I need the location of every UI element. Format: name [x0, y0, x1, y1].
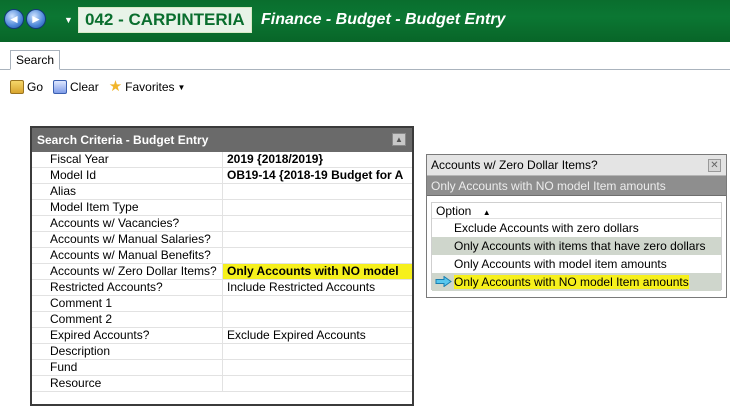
dropdown-option-list: Option ▲ Exclude Accounts with zero doll…: [431, 202, 722, 291]
clear-label: Clear: [70, 80, 99, 94]
search-criteria-header: Search Criteria - Budget Entry ▲: [32, 128, 412, 152]
chevron-down-icon[interactable]: ▼: [178, 83, 186, 92]
criteria-value-text: OB19-14 {2018-19 Budget for A: [227, 168, 404, 182]
criteria-row[interactable]: Model Item Type: [32, 200, 412, 216]
dropdown-current-value[interactable]: Only Accounts with NO model Item amounts: [427, 176, 726, 196]
tab-search[interactable]: Search: [10, 50, 61, 70]
criteria-value[interactable]: [223, 216, 412, 231]
site-label: 042 - CARPINTERIA: [78, 7, 252, 33]
criteria-label: Model Item Type: [32, 200, 223, 215]
criteria-row[interactable]: Comment 1: [32, 296, 412, 312]
criteria-value[interactable]: [223, 248, 412, 263]
title-bar: ◄ ► ▼ 042 - CARPINTERIA Finance - Budget…: [0, 0, 730, 42]
criteria-value[interactable]: [223, 200, 412, 215]
criteria-row[interactable]: Model Id OB19-14 {2018-19 Budget for A: [32, 168, 412, 184]
criteria-value[interactable]: [223, 360, 412, 375]
page-title: Finance - Budget - Budget Entry: [261, 11, 506, 28]
criteria-grid: Fiscal Year 2019 {2018/2019} Model Id OB19-…: [32, 152, 412, 392]
criteria-label: Expired Accounts?: [32, 328, 223, 343]
criteria-value[interactable]: Exclude Expired Accounts: [223, 328, 412, 343]
back-button[interactable]: ◄: [4, 9, 24, 29]
folder-go-icon: [10, 80, 24, 94]
criteria-row[interactable]: Description: [32, 344, 412, 360]
dropdown-header: Accounts w/ Zero Dollar Items? ✕: [427, 155, 726, 176]
criteria-label: Fund: [32, 360, 223, 375]
criteria-value-text: Include Restricted Accounts: [227, 280, 376, 294]
criteria-value-text: Only Accounts with NO model: [227, 264, 399, 278]
criteria-label: Description: [32, 344, 223, 359]
criteria-value-text: Exclude Expired Accounts: [227, 328, 366, 342]
criteria-row[interactable]: Accounts w/ Vacancies?: [32, 216, 412, 232]
criteria-value[interactable]: [223, 296, 412, 311]
dropdown-option[interactable]: Exclude Accounts with zero dollars: [432, 219, 721, 237]
criteria-label: Accounts w/ Manual Benefits?: [32, 248, 223, 263]
clear-icon: [53, 80, 68, 94]
star-icon: ★: [108, 78, 123, 95]
go-label: Go: [27, 80, 44, 94]
criteria-row[interactable]: Expired Accounts? Exclude Expired Account…: [32, 328, 412, 344]
criteria-value[interactable]: Only Accounts with NO model: [223, 264, 412, 279]
criteria-row[interactable]: Fund: [32, 360, 412, 376]
criteria-row[interactable]: Accounts w/ Manual Benefits?: [32, 248, 412, 264]
criteria-label: Alias: [32, 184, 223, 199]
criteria-row[interactable]: Comment 2: [32, 312, 412, 328]
criteria-row[interactable]: Fiscal Year 2019 {2018/2019}: [32, 152, 412, 168]
criteria-value[interactable]: Include Restricted Accounts: [223, 280, 412, 295]
criteria-row[interactable]: Restricted Accounts? Include Restricted A…: [32, 280, 412, 296]
arrow-right-icon: [435, 276, 452, 287]
favorites-button[interactable]: ★ Favorites ▼: [108, 78, 186, 95]
search-criteria-panel: Search Criteria - Budget Entry ▲ Fiscal …: [30, 126, 414, 406]
nav-dropdown-icon[interactable]: ▼: [64, 15, 73, 25]
go-button[interactable]: Go: [10, 80, 43, 94]
criteria-label: Accounts w/ Zero Dollar Items?: [32, 264, 223, 279]
criteria-value[interactable]: 2019 {2018/2019}: [223, 152, 412, 167]
criteria-value[interactable]: [223, 312, 412, 327]
option-column-header[interactable]: Option ▲: [432, 203, 721, 219]
search-criteria-title: Search Criteria - Budget Entry: [37, 133, 209, 147]
criteria-label: Resource: [32, 376, 223, 391]
criteria-value-text: 2019 {2018/2019}: [227, 152, 324, 166]
dropdown-option[interactable]: Only Accounts with items that have zero …: [432, 237, 721, 255]
zero-dollar-dropdown-popup: Accounts w/ Zero Dollar Items? ✕ Only Ac…: [426, 154, 727, 298]
tab-strip: Search: [0, 42, 730, 70]
option-column-label: Option: [436, 204, 472, 218]
criteria-label: Restricted Accounts?: [32, 280, 223, 295]
clear-button[interactable]: Clear: [53, 80, 99, 94]
criteria-label: Accounts w/ Vacancies?: [32, 216, 223, 231]
criteria-label: Model Id: [32, 168, 223, 183]
criteria-value[interactable]: [223, 344, 412, 359]
criteria-row[interactable]: Accounts w/ Manual Salaries?: [32, 232, 412, 248]
criteria-label: Comment 1: [32, 296, 223, 311]
sort-ascending-icon: ▲: [482, 208, 491, 217]
criteria-label: Comment 2: [32, 312, 223, 327]
criteria-value[interactable]: [223, 232, 412, 247]
criteria-label: Accounts w/ Manual Salaries?: [32, 232, 223, 247]
criteria-label: Fiscal Year: [32, 152, 223, 167]
close-icon[interactable]: ✕: [708, 159, 721, 172]
forward-button[interactable]: ►: [26, 9, 46, 29]
criteria-value[interactable]: OB19-14 {2018-19 Budget for A: [223, 168, 412, 183]
criteria-row[interactable]: Alias: [32, 184, 412, 200]
favorites-label: Favorites: [125, 80, 175, 94]
toolbar: Go Clear ★ Favorites ▼: [10, 78, 185, 96]
dropdown-option[interactable]: Only Accounts with model item amounts: [432, 255, 721, 273]
criteria-row[interactable]: Resource: [32, 376, 412, 392]
criteria-row[interactable]: Accounts w/ Zero Dollar Items? Only Accou…: [32, 264, 412, 280]
dropdown-option-selected[interactable]: Only Accounts with NO model Item amounts: [432, 273, 721, 291]
collapse-icon[interactable]: ▲: [392, 133, 406, 146]
criteria-value[interactable]: [223, 184, 412, 199]
criteria-value[interactable]: [223, 376, 412, 391]
dropdown-title: Accounts w/ Zero Dollar Items?: [431, 158, 598, 172]
